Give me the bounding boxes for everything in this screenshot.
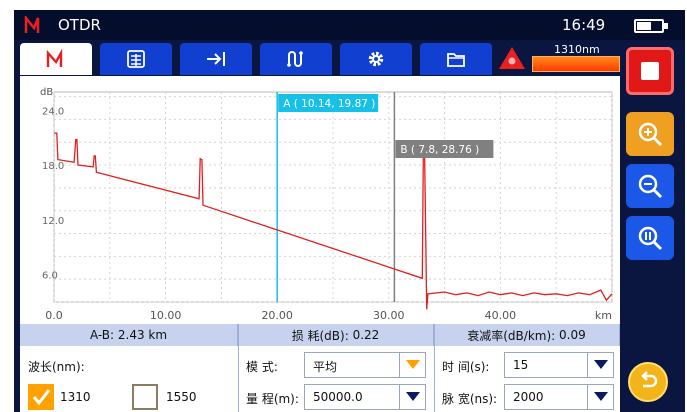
tab-export[interactable]	[180, 43, 252, 75]
time-label: 时 间(s):	[442, 360, 490, 374]
range-select[interactable]: 50000.0	[304, 384, 426, 410]
zoom-reset-icon	[638, 226, 663, 251]
event-table-icon	[127, 50, 145, 68]
chevron-down-icon	[399, 385, 425, 409]
wavelength-1310-label: 1310	[60, 390, 91, 404]
cursor-b-label: B ( 7.8, 28.76 )	[400, 144, 479, 156]
x-tick-label: 0.0	[45, 309, 63, 322]
stop-icon	[641, 62, 659, 80]
otdr-trace-chart[interactable]: dB 6.0 12.0 18.0 24.0 0.0 10.00 20.00 30.00 40.00…	[20, 76, 620, 324]
cursor-a-label: A ( 10.14, 19.87 )	[283, 98, 375, 110]
pulse-width-select[interactable]: 2000	[504, 384, 614, 410]
pulse-width-label: 脉 宽(ns):	[442, 392, 498, 406]
x-tick-label: 10.00	[150, 309, 182, 322]
clock: 16:49	[562, 16, 606, 34]
wavelength-label: 波长(nm):	[28, 360, 85, 374]
status-bar: OTDR 16:49	[14, 10, 685, 40]
mode-label: 模 式:	[246, 360, 278, 374]
chevron-down-icon	[587, 385, 613, 409]
ab-distance: A-B: 2.43 km	[20, 324, 238, 346]
zoom-in-icon	[638, 122, 663, 147]
wavelength-1550-label: 1550	[166, 390, 197, 404]
check-icon	[32, 389, 51, 406]
divider	[238, 324, 239, 412]
folder-icon	[447, 53, 465, 67]
gear-icon	[368, 51, 384, 67]
x-tick-label: 30.00	[373, 309, 405, 322]
y-tick-label: 12.0	[42, 216, 64, 227]
back-button[interactable]	[628, 362, 668, 402]
time-value: 15	[513, 358, 529, 372]
y-axis-label: dB	[40, 87, 53, 98]
zoom-in-button[interactable]	[626, 112, 674, 156]
zoom-out-icon	[638, 174, 663, 199]
mode-value: 平均	[313, 360, 338, 374]
tab-event-table[interactable]	[100, 43, 172, 75]
range-label: 量 程(m):	[246, 392, 299, 406]
mode-select[interactable]: 平均	[304, 352, 426, 378]
laser-status-bar	[532, 56, 620, 72]
trace-icon	[46, 49, 63, 67]
chevron-down-icon	[587, 353, 613, 377]
y-tick-label: 24.0	[42, 106, 64, 117]
tab-files[interactable]	[420, 43, 492, 75]
measurement-panel: A-B: 2.43 km 损 耗(dB): 0.22 衰减率(dB/km): 0…	[20, 324, 620, 412]
y-tick-label: 6.0	[42, 271, 58, 282]
tab-trace[interactable]	[20, 43, 92, 75]
back-arrow-icon	[641, 371, 658, 388]
x-axis-unit: km	[595, 309, 612, 322]
trace-plot[interactable]: dB 6.0 12.0 18.0 24.0 0.0 10.00 20.00 30.00 40.00…	[20, 76, 620, 324]
tab-link-map[interactable]	[260, 43, 332, 75]
laser-warning-icon	[499, 47, 525, 69]
time-select[interactable]: 15	[504, 352, 614, 378]
laser-wavelength: 1310nm	[554, 43, 600, 56]
battery-icon	[634, 19, 668, 33]
range-value: 50000.0	[313, 390, 363, 404]
zoom-out-button[interactable]	[626, 164, 674, 208]
app-title: OTDR	[58, 16, 101, 34]
wavelength-1550-checkbox[interactable]	[132, 384, 158, 410]
app-logo-icon	[24, 16, 40, 33]
link-map-icon	[287, 51, 303, 67]
x-tick-label: 20.00	[261, 309, 293, 322]
loss-readout: 损 耗(dB): 0.22	[238, 324, 434, 346]
attenuation-readout: 衰减率(dB/km): 0.09	[434, 324, 620, 346]
zoom-reset-button[interactable]	[626, 216, 674, 260]
wavelength-1310-checkbox[interactable]	[28, 384, 54, 410]
chevron-down-icon	[399, 353, 425, 377]
pulse-width-value: 2000	[513, 390, 544, 404]
device-frame: OTDR 16:49 1310nm dB 6.0 12.0 18.0 24.0 0.0 10…	[0, 0, 687, 412]
stop-button[interactable]	[626, 47, 674, 95]
x-tick-label: 40.00	[485, 309, 517, 322]
tab-settings[interactable]	[340, 43, 412, 75]
divider	[434, 324, 435, 412]
arrow-right-bar-icon	[207, 52, 225, 66]
y-tick-label: 18.0	[42, 161, 64, 172]
tab-bar	[20, 43, 620, 75]
otdr-screen: OTDR 16:49 1310nm dB 6.0 12.0 18.0 24.0 0.0 10…	[14, 10, 685, 412]
